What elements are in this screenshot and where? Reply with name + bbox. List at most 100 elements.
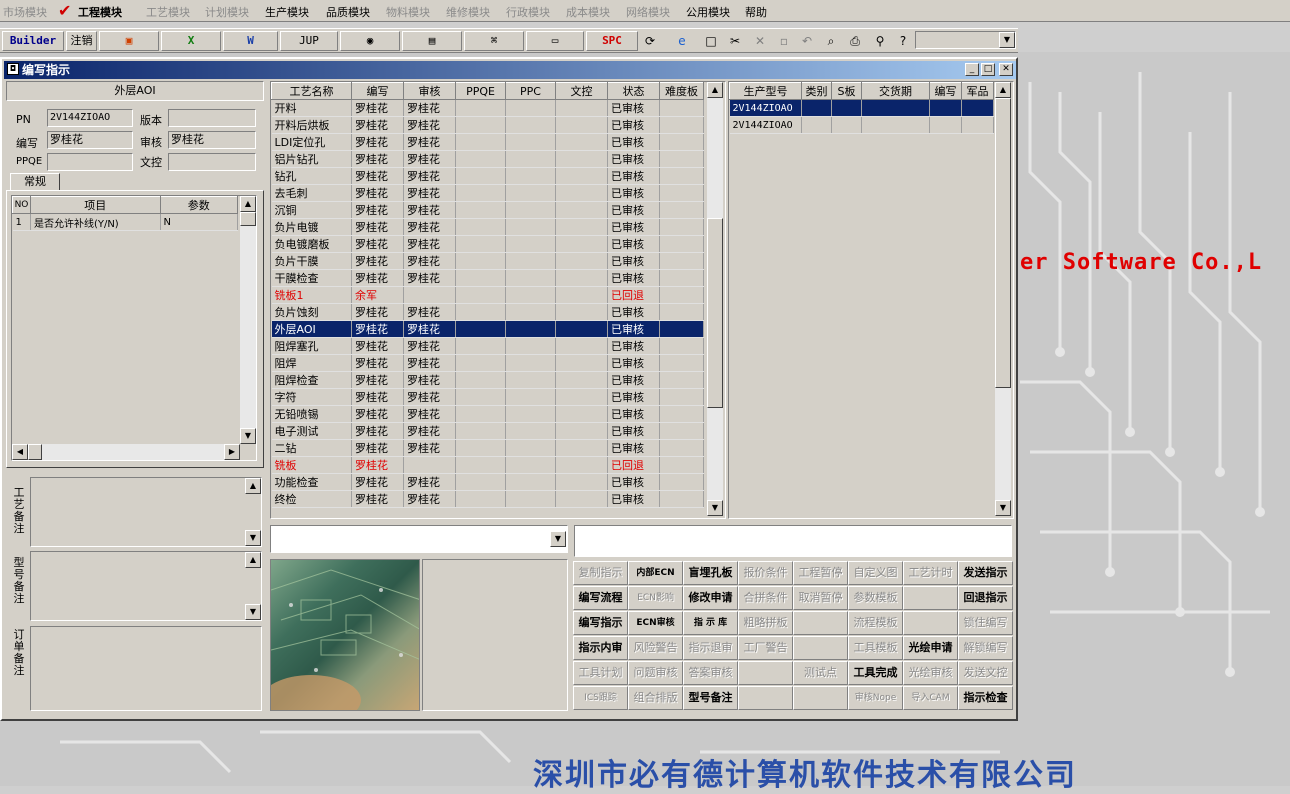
process-difficulty[interactable] bbox=[659, 167, 704, 185]
process-writer[interactable]: 罗桂花 bbox=[351, 473, 404, 491]
print-preview-icon[interactable]: ⌕ bbox=[822, 32, 840, 50]
process-writer[interactable]: 罗桂花 bbox=[351, 184, 404, 202]
action-button[interactable]: 光绘审核 bbox=[903, 661, 958, 685]
scroll-up-icon[interactable]: ▲ bbox=[240, 196, 256, 212]
process-difficulty[interactable] bbox=[659, 354, 704, 372]
table-row[interactable]: 干膜检查 罗桂花 罗桂花 已审核 bbox=[271, 269, 704, 287]
process-wenkong[interactable] bbox=[555, 354, 608, 372]
cut-icon[interactable]: ✂ bbox=[726, 32, 744, 50]
process-wenkong[interactable] bbox=[555, 99, 608, 117]
ppqe-field[interactable] bbox=[47, 153, 133, 171]
process-wenkong[interactable] bbox=[555, 235, 608, 253]
menu-item-0[interactable]: 市场模块 bbox=[3, 4, 47, 20]
model-cell[interactable] bbox=[929, 99, 962, 117]
process-reviewer[interactable]: 罗桂花 bbox=[403, 235, 456, 253]
table-row[interactable]: 阻焊 罗桂花 罗桂花 已审核 bbox=[271, 354, 704, 372]
process-name[interactable]: 负片蚀刻 bbox=[271, 303, 352, 321]
process-status[interactable]: 已审核 bbox=[607, 354, 660, 372]
process-name[interactable]: 开料 bbox=[271, 99, 352, 117]
process-name[interactable]: 阻焊塞孔 bbox=[271, 337, 352, 355]
process-status[interactable]: 已审核 bbox=[607, 269, 660, 287]
process-header-7[interactable]: 难度板 bbox=[659, 82, 704, 100]
action-button[interactable]: 粗略拼板 bbox=[738, 611, 793, 635]
process-status[interactable]: 已审核 bbox=[607, 337, 660, 355]
process-writer[interactable]: 罗桂花 bbox=[351, 371, 404, 389]
process-ppc[interactable] bbox=[505, 201, 556, 219]
process-writer[interactable]: 罗桂花 bbox=[351, 422, 404, 440]
process-status[interactable]: 已审核 bbox=[607, 371, 660, 389]
process-ppc[interactable] bbox=[505, 184, 556, 202]
process-status[interactable]: 已审核 bbox=[607, 235, 660, 253]
process-wenkong[interactable] bbox=[555, 473, 608, 491]
process-header-0[interactable]: 工艺名称 bbox=[271, 82, 352, 100]
action-button-empty[interactable] bbox=[738, 661, 793, 685]
process-name[interactable]: 负片干膜 bbox=[271, 252, 352, 270]
process-name[interactable]: 字符 bbox=[271, 388, 352, 406]
process-name[interactable]: 开料后烘板 bbox=[271, 116, 352, 134]
process-writer[interactable]: 罗桂花 bbox=[351, 303, 404, 321]
process-ppc[interactable] bbox=[505, 371, 556, 389]
process-difficulty[interactable] bbox=[659, 405, 704, 423]
table-row[interactable]: 阻焊检查 罗桂花 罗桂花 已审核 bbox=[271, 371, 704, 389]
model-cell[interactable] bbox=[929, 116, 962, 134]
process-difficulty[interactable] bbox=[659, 490, 704, 508]
table-row[interactable]: LDI定位孔 罗桂花 罗桂花 已审核 bbox=[271, 133, 704, 151]
process-reviewer[interactable]: 罗桂花 bbox=[403, 116, 456, 134]
action-button[interactable]: 工程暂停 bbox=[793, 561, 848, 585]
process-name[interactable]: 阻焊检查 bbox=[271, 371, 352, 389]
scroll-thumb[interactable] bbox=[707, 218, 723, 408]
reviewer-field[interactable]: 罗桂花 bbox=[168, 131, 256, 149]
process-select[interactable]: ▼ bbox=[270, 525, 568, 553]
process-status[interactable]: 已审核 bbox=[607, 422, 660, 440]
process-writer[interactable]: 罗桂花 bbox=[351, 456, 404, 474]
scroll-down-icon[interactable]: ▼ bbox=[240, 428, 256, 444]
process-reviewer[interactable]: 罗桂花 bbox=[403, 150, 456, 168]
params-header-value[interactable]: 参数 bbox=[159, 196, 239, 214]
process-reviewer[interactable]: 罗桂花 bbox=[403, 320, 456, 338]
process-ppc[interactable] bbox=[505, 167, 556, 185]
action-button[interactable]: 指示退审 bbox=[683, 636, 738, 660]
process-ppqe[interactable] bbox=[455, 439, 506, 457]
model-header-2[interactable]: S板 bbox=[831, 82, 862, 100]
delete-icon[interactable]: ✕ bbox=[751, 32, 769, 50]
process-ppqe[interactable] bbox=[455, 184, 506, 202]
ie-icon[interactable]: e bbox=[673, 32, 691, 50]
process-ppc[interactable] bbox=[505, 235, 556, 253]
process-difficulty[interactable] bbox=[659, 150, 704, 168]
menu-item-5[interactable]: 品质模块 bbox=[326, 4, 370, 20]
scroll-right-icon[interactable]: ▶ bbox=[224, 444, 240, 460]
action-button[interactable]: 报价条件 bbox=[738, 561, 793, 585]
scroll-down-icon[interactable]: ▼ bbox=[707, 500, 723, 516]
process-wenkong[interactable] bbox=[555, 303, 608, 321]
process-reviewer[interactable]: 罗桂花 bbox=[403, 337, 456, 355]
action-button[interactable]: 指示内审 bbox=[573, 636, 628, 660]
action-button[interactable]: 风险警告 bbox=[628, 636, 683, 660]
process-writer[interactable]: 罗桂花 bbox=[351, 133, 404, 151]
process-status[interactable]: 已审核 bbox=[607, 167, 660, 185]
process-name[interactable]: 阻焊 bbox=[271, 354, 352, 372]
process-writer[interactable]: 罗桂花 bbox=[351, 218, 404, 236]
wenkong-field[interactable] bbox=[168, 153, 256, 171]
process-name[interactable]: 功能检查 bbox=[271, 473, 352, 491]
print-icon[interactable]: ⎙ bbox=[846, 32, 864, 50]
close-button[interactable]: ✕ bbox=[999, 63, 1013, 76]
tab-general[interactable]: 常规 bbox=[10, 173, 60, 191]
process-name[interactable]: 二钻 bbox=[271, 439, 352, 457]
table-row[interactable]: 铣板 罗桂花 已回退 bbox=[271, 456, 704, 474]
action-button[interactable]: 回退指示 bbox=[958, 586, 1013, 610]
computer-button[interactable]: ▭ bbox=[526, 31, 584, 51]
scroll-up-icon[interactable]: ▲ bbox=[245, 478, 261, 494]
process-ppqe[interactable] bbox=[455, 133, 506, 151]
process-ppc[interactable] bbox=[505, 439, 556, 457]
process-ppc[interactable] bbox=[505, 252, 556, 270]
process-wenkong[interactable] bbox=[555, 439, 608, 457]
process-ppqe[interactable] bbox=[455, 116, 506, 134]
process-name[interactable]: 铣板1 bbox=[271, 286, 352, 304]
process-status[interactable]: 已审核 bbox=[607, 252, 660, 270]
process-wenkong[interactable] bbox=[555, 405, 608, 423]
process-reviewer[interactable]: 罗桂花 bbox=[403, 303, 456, 321]
process-writer[interactable]: 罗桂花 bbox=[351, 269, 404, 287]
action-button[interactable]: 流程模板 bbox=[848, 611, 903, 635]
action-button-empty[interactable] bbox=[793, 636, 848, 660]
action-button[interactable]: 工具完成 bbox=[848, 661, 903, 685]
